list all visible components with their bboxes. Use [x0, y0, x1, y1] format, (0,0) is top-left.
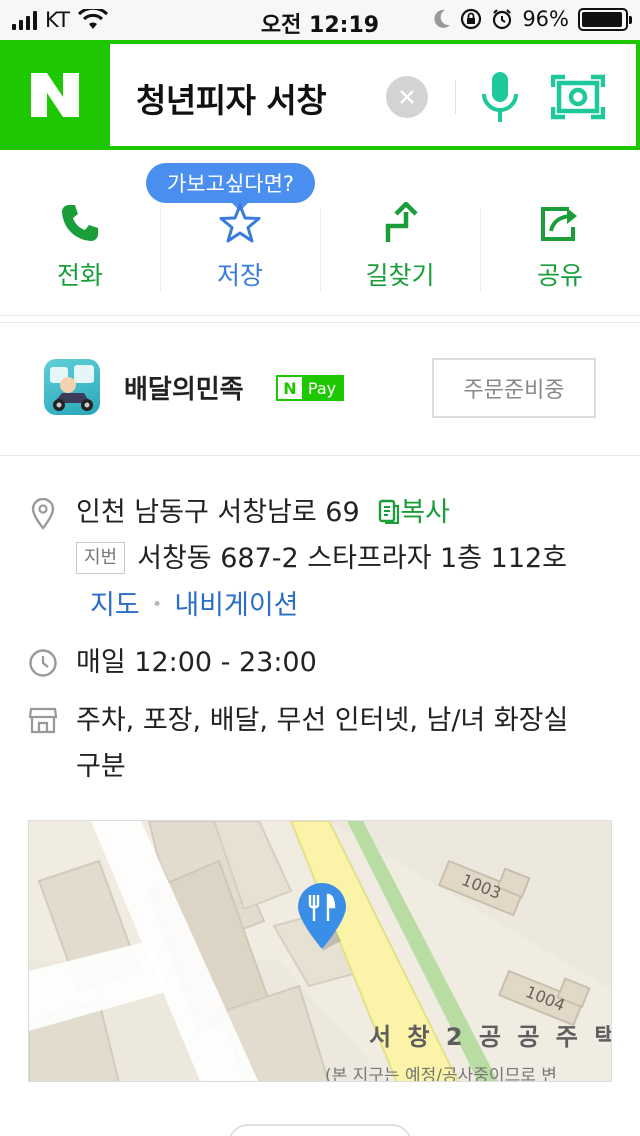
call-button[interactable]: 전화: [0, 198, 160, 298]
directions-button[interactable]: 길찾기: [320, 198, 480, 298]
location-pin-icon: [28, 498, 58, 530]
search-header: 청년피자 서창: [0, 40, 640, 150]
order-status-button[interactable]: 주문준비중: [432, 358, 596, 418]
moon-icon: [434, 9, 451, 28]
directions-icon: [385, 202, 418, 242]
save-label: 저장: [216, 261, 263, 290]
search-divider: [455, 80, 456, 114]
naver-logo[interactable]: [0, 40, 110, 150]
alarm-icon: [493, 9, 512, 30]
npay-text: Pay: [302, 377, 342, 399]
hours-text: 매일 12:00 - 23:00: [76, 647, 317, 678]
share-icon: [541, 207, 577, 241]
amenities-text: 주차, 포장, 배달, 무선 인터넷, 남/녀 화장실 구분: [76, 705, 569, 782]
save-tooltip[interactable]: 가보고싶다면?: [146, 163, 316, 211]
npay-n: N: [278, 377, 302, 399]
map-area-label: 서 창 2 공 공 주 택: [369, 1023, 612, 1051]
copy-icon: [379, 499, 400, 525]
navigation-link[interactable]: 내비게이션: [174, 590, 298, 621]
search-input[interactable]: 청년피자 서창: [136, 74, 327, 122]
action-row: 가보고싶다면? 전화 저장 길찾기 공유: [0, 150, 640, 316]
npay-badge: N Pay: [276, 375, 344, 401]
address-text-block: 인천 남동구 서창남로 69 복사 지번 서창동 687-2 스타프라자 1층 1…: [76, 490, 600, 629]
delivery-scooter-icon: [50, 365, 94, 411]
phone-icon: [62, 205, 98, 241]
battery-icon: [578, 7, 632, 31]
camera-lens-icon: [551, 74, 605, 120]
map-view[interactable]: 1003 1004 서 창 2 공 공 주 택 (본 지구는 예정/공사중이므로…: [28, 820, 612, 1082]
share-button[interactable]: 공유: [480, 198, 640, 298]
call-label: 전화: [56, 261, 103, 290]
jibun-address: 서창동 687-2 스타프라자 1층 112호: [137, 543, 568, 574]
close-icon: [400, 90, 414, 104]
map-notice: (본 지구는 예정/공사중이므로 변: [325, 1066, 557, 1082]
store-icon: [28, 704, 58, 736]
rotation-lock-icon: [461, 8, 482, 30]
lens-search-button[interactable]: [550, 72, 606, 122]
road-address: 인천 남동구 서창남로 69: [76, 497, 360, 528]
voice-search-button[interactable]: [474, 70, 526, 126]
copy-address-button[interactable]: 복사: [378, 497, 450, 528]
naver-n-icon: [31, 73, 79, 117]
delivery-app-name[interactable]: 배달의민족: [124, 369, 244, 406]
status-bar: KT 오전 12:19 96%: [0, 0, 640, 40]
delivery-row: 배달의민족 N Pay 주문준비중: [0, 322, 640, 456]
restaurant-pin[interactable]: [295, 881, 349, 953]
address-row: 인천 남동구 서창남로 69 복사 지번 서창동 687-2 스타프라자 1층 1…: [0, 490, 640, 630]
search-box[interactable]: 청년피자 서창: [110, 44, 636, 146]
clear-search-button[interactable]: [386, 76, 428, 118]
save-button[interactable]: 저장: [160, 198, 320, 298]
battery-percent: 96%: [522, 7, 569, 31]
clock-icon: [28, 647, 58, 679]
jibun-tag: 지번: [76, 542, 126, 574]
baemin-app-icon[interactable]: [44, 359, 100, 415]
hours-row: 매일 12:00 - 23:00: [0, 640, 640, 686]
directions-label: 길찾기: [365, 261, 435, 290]
microphone-icon: [482, 72, 518, 122]
copy-label: 복사: [400, 497, 450, 528]
map-link[interactable]: 지도: [90, 590, 140, 621]
restaurant-pin-icon: [298, 883, 346, 951]
star-icon: [219, 203, 261, 243]
share-label: 공유: [536, 261, 583, 290]
amenities-row: 주차, 포장, 배달, 무선 인터넷, 남/녀 화장실 구분: [0, 698, 640, 790]
scroll-handle[interactable]: [228, 1124, 412, 1136]
battery-fill: [582, 11, 623, 27]
status-right: 96%: [433, 7, 632, 31]
link-separator: •: [151, 594, 163, 615]
